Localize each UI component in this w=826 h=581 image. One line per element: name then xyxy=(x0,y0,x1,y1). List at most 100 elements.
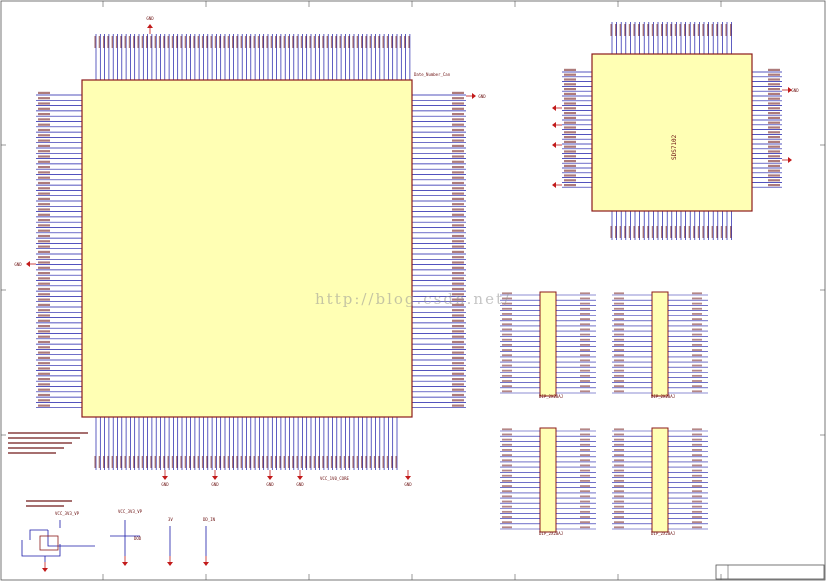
pin-label xyxy=(270,36,273,48)
pin-label xyxy=(382,36,384,48)
pin-label xyxy=(38,293,50,296)
ground-symbol xyxy=(203,562,209,566)
pin-label xyxy=(313,36,316,48)
pin-label xyxy=(214,456,217,468)
pin-label xyxy=(279,36,281,48)
ground-symbol xyxy=(552,142,556,148)
pin-label xyxy=(266,456,268,468)
pin-label xyxy=(692,292,702,295)
pin-label xyxy=(452,134,464,137)
pin-label xyxy=(452,399,464,402)
pin-label xyxy=(502,464,512,467)
connector-body xyxy=(539,291,557,397)
pin-label xyxy=(564,150,576,153)
pin-label xyxy=(373,456,376,468)
pin-label xyxy=(210,36,212,48)
pin-label xyxy=(257,456,260,468)
note-line xyxy=(26,505,64,507)
pin-label xyxy=(502,297,512,300)
pin-label xyxy=(128,36,131,48)
ground-symbol xyxy=(162,476,168,480)
ground-symbol xyxy=(788,157,792,163)
pin-label xyxy=(642,226,644,238)
pin-label xyxy=(614,479,624,482)
pin-label xyxy=(674,226,677,238)
pin-label xyxy=(38,107,50,110)
pin-label xyxy=(452,272,464,275)
pin-label xyxy=(768,92,780,95)
pin-label xyxy=(38,192,50,195)
pin-label xyxy=(452,197,464,200)
pin-label xyxy=(111,36,113,48)
pin-label xyxy=(614,454,624,456)
pin-label xyxy=(133,36,135,48)
pin-label xyxy=(98,456,101,468)
pin-label xyxy=(614,313,624,315)
label-dod: DOD xyxy=(134,536,142,541)
pin-label xyxy=(670,226,672,238)
pin-label xyxy=(452,277,464,280)
schematic-sheet: Date_Number_Can GND GND GND GND GND GND GND… xyxy=(0,0,826,581)
pin-label xyxy=(206,456,208,468)
pin-label xyxy=(692,338,702,341)
pin-label xyxy=(38,123,50,126)
pin-label xyxy=(614,474,624,477)
pin-label xyxy=(452,144,464,147)
pin-label xyxy=(452,261,464,264)
pin-label xyxy=(38,144,50,147)
connector-body xyxy=(651,427,669,533)
pin-label xyxy=(768,121,780,124)
pin-label xyxy=(38,256,50,259)
pin-label xyxy=(408,36,410,48)
pin-label xyxy=(124,456,126,468)
pin-label xyxy=(197,36,199,48)
pin-label xyxy=(300,456,303,468)
pin-label xyxy=(564,121,576,124)
pin-label xyxy=(395,36,397,48)
pin-label xyxy=(330,456,333,468)
pin-label xyxy=(768,83,780,86)
pin-label xyxy=(628,226,631,238)
pin-label xyxy=(614,505,624,508)
pin-label xyxy=(386,456,389,468)
pin-label xyxy=(452,176,464,179)
pin-label xyxy=(244,36,247,48)
pin-label xyxy=(768,155,780,158)
pin-label xyxy=(614,500,624,503)
pin-label xyxy=(115,456,118,468)
label-3v: 3V xyxy=(168,517,173,522)
pin-label xyxy=(580,364,590,367)
pin-label xyxy=(502,516,512,518)
pin-label xyxy=(692,459,702,462)
pin-label xyxy=(692,449,702,451)
pin-label xyxy=(38,266,50,269)
connector-top-left xyxy=(500,291,596,397)
pin-label xyxy=(674,24,677,36)
pin-label xyxy=(580,369,590,372)
connector-3-name: DIP_2X20AJ xyxy=(539,531,563,536)
sdram-chip-name: SDS7102 xyxy=(671,134,678,160)
pin-label xyxy=(146,456,148,468)
pin-label xyxy=(580,307,590,310)
pin-label xyxy=(369,36,371,48)
pin-label xyxy=(580,449,590,451)
pin-label xyxy=(391,456,393,468)
pin-label xyxy=(502,313,512,315)
pin-label xyxy=(38,325,50,328)
pin-label xyxy=(502,369,512,372)
pin-label xyxy=(580,495,590,498)
power-circuit xyxy=(21,500,209,572)
pin-label xyxy=(692,510,702,513)
pin-label xyxy=(502,390,512,393)
pin-label xyxy=(692,323,702,326)
pin-label xyxy=(38,113,50,116)
pin-label xyxy=(38,282,50,285)
pin-label xyxy=(580,516,590,518)
pin-label xyxy=(580,323,590,326)
pin-label xyxy=(502,521,512,524)
pin-label xyxy=(615,226,617,238)
pin-label xyxy=(702,226,704,238)
pin-label xyxy=(232,456,234,468)
pin-label xyxy=(564,126,576,129)
pin-label xyxy=(502,374,512,377)
